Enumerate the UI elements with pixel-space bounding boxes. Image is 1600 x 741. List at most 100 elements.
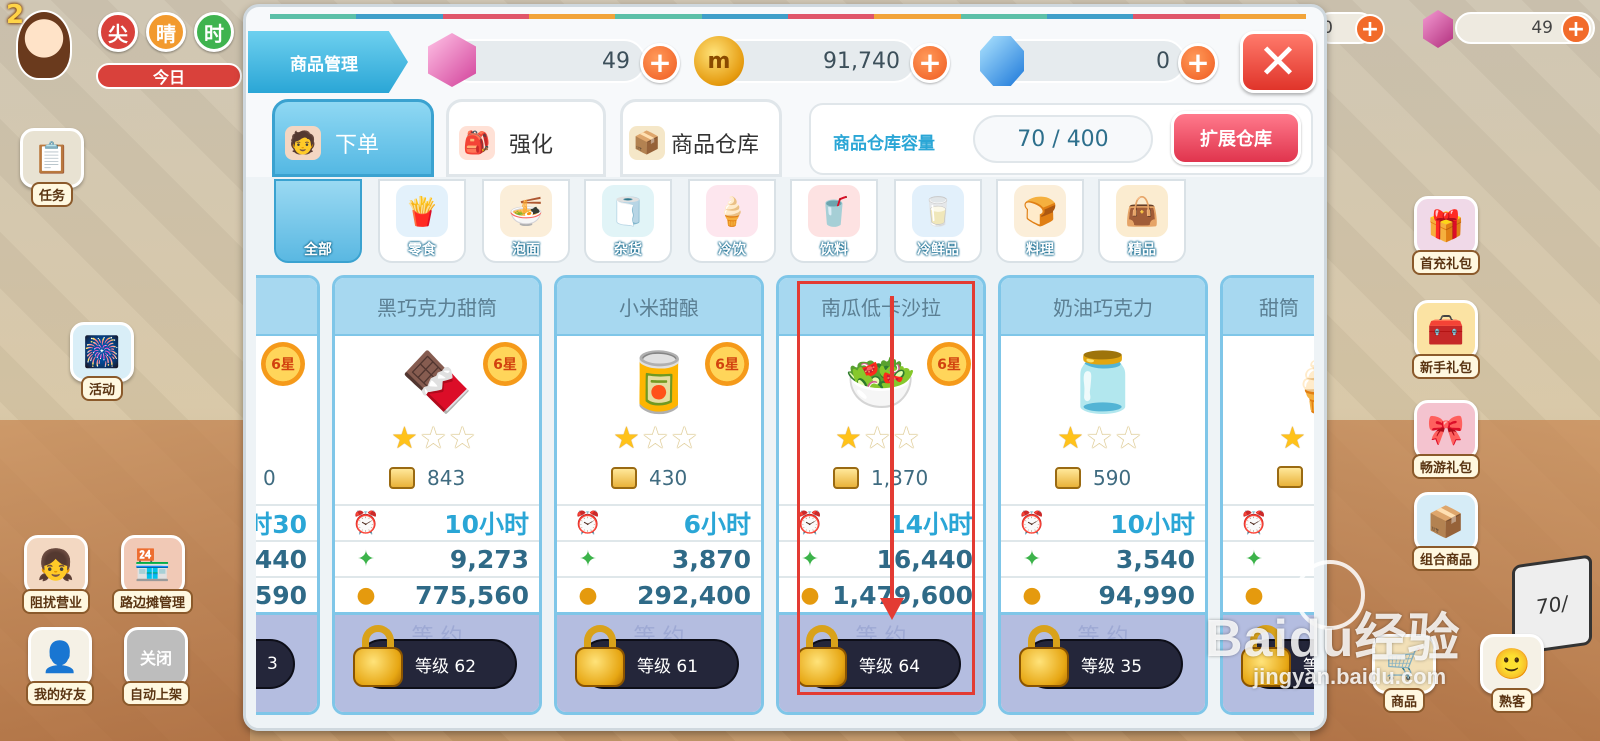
hud-badge-time[interactable]: 时	[194, 12, 234, 52]
gift-basket-icon: 🎁	[1414, 196, 1478, 256]
alarm-clock-icon: ⏰	[574, 510, 602, 536]
expand-warehouse-button[interactable]: 扩展仓库	[1171, 111, 1301, 165]
add-gems-button[interactable]: +	[640, 43, 680, 83]
product-card[interactable]: 奶油巧克力 🫙 ★ ★ ★ 590 ⏰ 10小时 ✦ 3,540 ● 94,990 等 约…	[998, 275, 1208, 715]
stop-business-button[interactable]: 👧 阻扰营业	[22, 535, 91, 614]
auto-shelf-button[interactable]: 关闭 自动上架	[122, 627, 191, 706]
product-price: 590	[1055, 466, 1131, 490]
category-filter-row: 全部 🍟 零食 🍜 泡面 🧻 杂货 🍦 冷饮 🥤 饮料 🥛 冷鲜品 🍞 料理 👜…	[246, 177, 1324, 269]
revenue-row: 590	[256, 576, 317, 612]
price-value: 430	[649, 466, 688, 490]
product-card[interactable]: 小米甜酿 🥫 6星 ★ ★ ★ 430 ⏰ 6小时 ✦ 3,870 ● 292,400 等…	[554, 275, 764, 715]
revenue-value: 590	[256, 580, 307, 610]
experience-row: ✦ 3,870	[557, 540, 761, 576]
coin-icon: ●	[1022, 582, 1042, 608]
product-card-list[interactable]: 6星 0 时30 440 590 3 黑巧克力甜筒 🍫 6星 ★★★ 843 ⏰…	[256, 275, 1314, 717]
add-gold-button[interactable]: +	[910, 43, 950, 83]
coin-icon: ●	[800, 582, 820, 608]
star-filled-icon: ★	[835, 421, 862, 456]
tab-order[interactable]: 🧑 下单	[272, 99, 434, 177]
padlock-icon	[1019, 625, 1069, 687]
first-charge-gift-button[interactable]: 🎁 首充礼包	[1412, 196, 1481, 275]
add-diamonds-button[interactable]: +	[1178, 43, 1218, 83]
diamond-balance: 0	[1156, 48, 1170, 74]
annotation-arrow-head	[880, 598, 904, 620]
treasure-chest-icon: 🧰	[1414, 300, 1478, 360]
close-dialog-button[interactable]: ✕	[1240, 31, 1316, 93]
tab-enhance-label: 强化	[509, 133, 554, 158]
calendar-firework-icon: 🎆	[70, 322, 134, 382]
girl-face-icon: 👧	[24, 535, 88, 595]
first-charge-label: 首充礼包	[1412, 250, 1481, 275]
product-name: 甜筒	[1223, 278, 1314, 336]
goods-box-icon	[1055, 467, 1081, 489]
production-time-row: ⏰ 10小时	[1001, 504, 1205, 540]
goods-box-icon	[833, 467, 859, 489]
product-name: 奶油巧克力	[1001, 278, 1205, 336]
production-time-row: ⏰ 10小时	[335, 504, 539, 540]
alarm-clock-icon: ⏰	[796, 510, 824, 536]
category-premium-label: 精品	[1128, 242, 1156, 258]
product-card[interactable]: 黑巧克力甜筒 🍫 6星 ★ ★ ★ 843 ⏰ 10小时 ✦ 9,273 ● 775,56…	[332, 275, 542, 715]
category-premium[interactable]: 👜 精品	[1098, 179, 1186, 263]
padlock-icon	[797, 625, 847, 687]
category-beverages[interactable]: 🥤 饮料	[790, 179, 878, 263]
diamond-balance-pill: 0	[996, 39, 1186, 83]
revenue-value: 94,990	[1098, 580, 1195, 610]
revenue-row: ● 94,990	[1001, 576, 1205, 612]
baidu-watermark: Baidu经验 jingyan.baidu.com	[1205, 560, 1495, 700]
star-filled-icon: ★	[613, 421, 640, 456]
category-beverages-label: 饮料	[820, 242, 848, 258]
gold-balance-pill: 91,740	[716, 39, 916, 83]
experience-value: 16,440	[876, 544, 973, 574]
dialog-content: 全部 🍟 零食 🍜 泡面 🧻 杂货 🍦 冷饮 🥤 饮料 🥛 冷鲜品 🍞 料理 👜…	[246, 177, 1324, 728]
leisure-gift-button[interactable]: 🎀 畅游礼包	[1412, 400, 1481, 479]
tab-warehouse-label: 商品仓库	[671, 133, 760, 158]
milk-carton-icon: 🥛	[912, 185, 964, 237]
price-value: 590	[1093, 466, 1132, 490]
right-plus-button-1[interactable]: +	[1355, 14, 1385, 44]
hud-badge-sharp[interactable]: 尖	[98, 12, 138, 52]
star-empty-icon: ★	[892, 421, 920, 456]
category-all-label: 全部	[304, 242, 332, 258]
category-groceries[interactable]: 🧻 杂货	[584, 179, 672, 263]
star-grade-badge: 6星	[483, 342, 527, 386]
revenue-value: 775,560	[415, 580, 529, 610]
event-button[interactable]: 🎆 活动	[70, 322, 134, 401]
rating-stars: ★ ★ ★	[1057, 424, 1142, 454]
category-cuisine[interactable]: 🍞 料理	[996, 179, 1084, 263]
product-card[interactable]: 南瓜低卡沙拉 🥗 6星 ★ ★ ★ 1,370 ⏰ 14小时 ✦ 16,440 ● 1,4…	[776, 275, 986, 715]
locked-footer: 等 约 等级 62	[335, 612, 539, 712]
my-friends-button[interactable]: 👤 我的好友	[26, 627, 95, 706]
production-time-row: 时30	[256, 504, 317, 540]
production-time: 10小时	[444, 510, 529, 539]
newbie-gift-button[interactable]: 🧰 新手礼包	[1412, 300, 1481, 379]
player-avatar[interactable]	[16, 10, 72, 80]
product-card[interactable]: 6星 0 时30 440 590 3	[256, 275, 320, 715]
handbag-icon: 👜	[1116, 185, 1168, 237]
stall-manage-button[interactable]: 🏪 路边摊管理	[112, 535, 194, 614]
tab-enhance[interactable]: 🎒 强化	[446, 99, 606, 177]
player-level: 2	[6, 0, 25, 30]
task-button[interactable]: 📋 任务	[20, 128, 84, 207]
today-pill[interactable]: 今日	[96, 63, 242, 89]
category-cold-drinks[interactable]: 🍦 冷饮	[688, 179, 776, 263]
right-plus-button-2[interactable]: +	[1561, 14, 1591, 44]
price-value: 843	[427, 466, 466, 490]
leisure-label: 畅游礼包	[1412, 454, 1481, 479]
gold-balance: 91,740	[823, 48, 900, 74]
category-chilled[interactable]: 🥛 冷鲜品	[894, 179, 982, 263]
gem-icon	[1423, 10, 1453, 48]
product-name: 小米甜酿	[557, 278, 761, 336]
product-management-dialog: 商品管理 49 + 91,740 m + 0 + ✕ 🧑 下单 🎒 强化 📦 商…	[243, 4, 1327, 731]
padlock-icon	[575, 625, 625, 687]
category-snacks[interactable]: 🍟 零食	[378, 179, 466, 263]
experience-row: ✦ 16,440	[779, 540, 983, 576]
star-empty-icon: ★	[641, 421, 669, 456]
tab-warehouse[interactable]: 📦 商品仓库	[620, 99, 782, 177]
category-all[interactable]: 全部	[274, 179, 362, 263]
gem-balance: 49	[602, 48, 630, 74]
price-value: 1,370	[871, 466, 929, 490]
category-noodles[interactable]: 🍜 泡面	[482, 179, 570, 263]
hud-badge-weather[interactable]: 晴	[146, 12, 186, 52]
